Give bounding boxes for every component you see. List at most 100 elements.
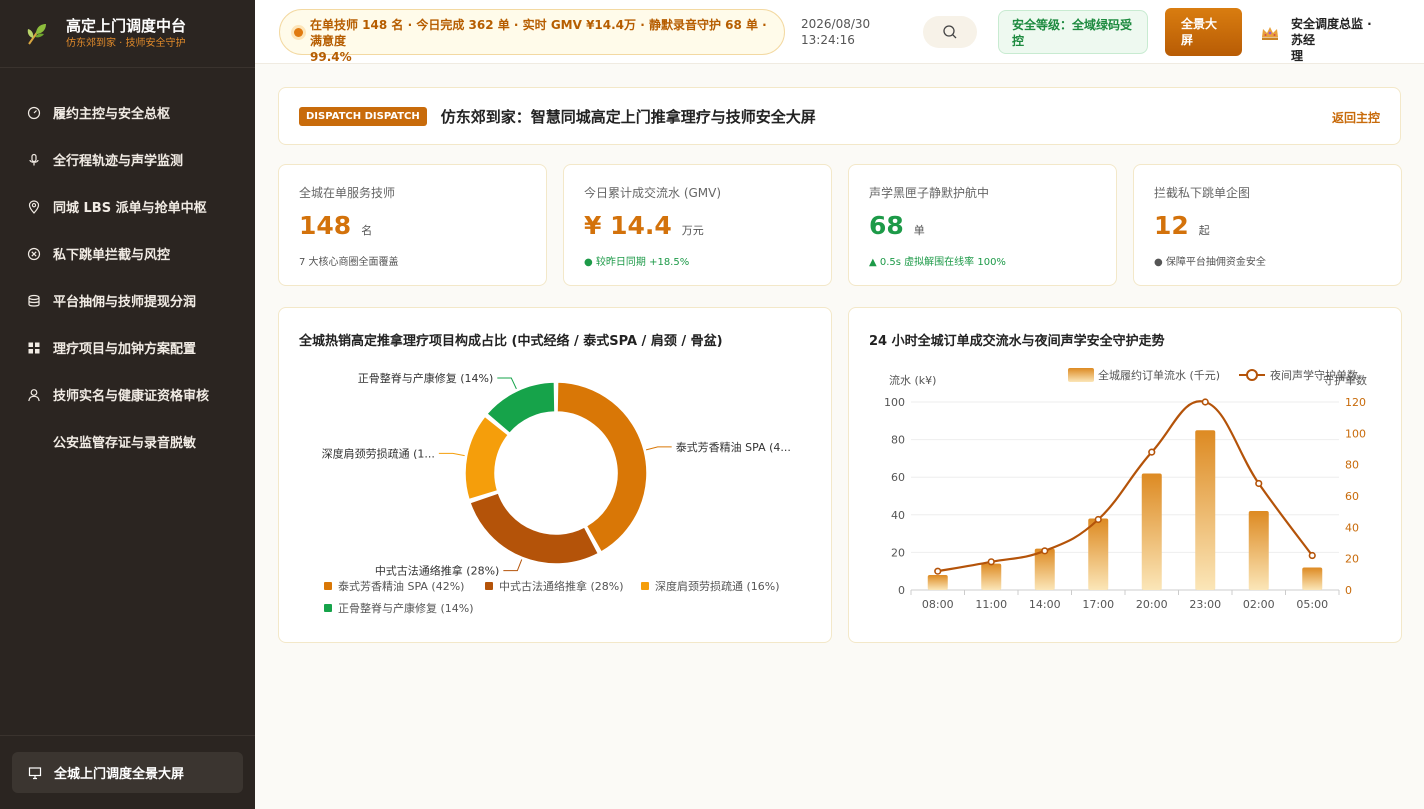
sidebar-item-trajectory[interactable]: 全行程轨迹与声学监测 — [0, 136, 255, 183]
kpi-label: 拦截私下跳单企图 — [1154, 186, 1251, 200]
y-right-tick-label: 80 — [1345, 459, 1359, 472]
kpi-unit: 万元 — [681, 224, 704, 237]
live-ticker: 在单技师 148 名 · 今日完成 362 单 · 实时 GMV ¥14.4万 … — [279, 9, 785, 64]
kpi-value: ¥ 14.4 — [584, 211, 672, 240]
sidebar-item-label: 同城 LBS 派单与抢单中枢 — [53, 201, 207, 216]
sidebar-item-commission[interactable]: 平台抽佣与技师提现分润 — [0, 277, 255, 324]
user-menu[interactable]: 安全调度总监 · 苏经 理 — [1259, 16, 1377, 64]
legend-label: 泰式芳香精油 SPA (42%) — [338, 579, 464, 593]
legend-swatch-line-point — [1246, 369, 1258, 381]
clock: 2026/08/30 13:24:16 — [801, 16, 870, 48]
bar — [1195, 430, 1216, 590]
sidebar-item-label: 全行程轨迹与声学监测 — [53, 154, 184, 169]
page-header: DISPATCH DISPATCH 仿东郊到家：智慧同城高定上门推拿理疗与技师安… — [278, 87, 1401, 145]
panorama-screen-button[interactable]: 全城上门调度全景大屏 — [12, 752, 243, 793]
sidebar-item-label: 平台抽佣与技师提现分润 — [53, 295, 197, 310]
line-point — [934, 567, 942, 575]
pie-slice-label: 深度肩颈劳损疏通 (1... — [322, 446, 435, 460]
sidebar-item-risk-control[interactable]: 私下跳单拦截与风控 — [0, 230, 255, 277]
safety-level-badge: 安全等级：全域绿码受 控 — [998, 10, 1148, 54]
dispatch-tag: DISPATCH DISPATCH — [299, 106, 427, 126]
x-tick-label: 05:00 — [1296, 598, 1328, 611]
kpi-value: 12 — [1154, 211, 1189, 240]
blank-icon — [27, 435, 41, 449]
sidebar-item-projects[interactable]: 理疗项目与加钟方案配置 — [0, 324, 255, 371]
brand[interactable]: 高定上门调度中台 仿东郊到家 · 技师安全守护 — [0, 0, 255, 68]
y-right-tick-label: 100 — [1345, 427, 1366, 440]
legend-label-line: 夜间声学守护单数 — [1270, 368, 1358, 382]
y-right-tick-label: 40 — [1345, 521, 1359, 534]
main-content: DISPATCH DISPATCH 仿东郊到家：智慧同城高定上门推拿理疗与技师安… — [255, 64, 1424, 809]
pie-leader-line — [645, 446, 672, 451]
y-tick-label: 60 — [891, 471, 905, 484]
line-point — [1308, 551, 1316, 560]
user-name-line-2: 理 — [1291, 49, 1304, 63]
bar — [1034, 548, 1055, 590]
search-button[interactable] — [923, 16, 977, 48]
kpi-card-acoustic: 声学黑匣子静默护航中 68 单 ▲ 0.5s 虚拟解围在线率 100% — [848, 164, 1117, 286]
bar — [1088, 518, 1109, 590]
sidebar-item-label: 公安监管存证与录音脱敏 — [53, 436, 197, 451]
app-subtitle: 仿东郊到家 · 技师安全守护 — [66, 38, 186, 49]
legend-label-bar: 全城履约订单流水 (千元) — [1098, 368, 1220, 382]
gauge-icon — [27, 106, 41, 119]
bar — [981, 563, 1002, 590]
y-right-tick-label: 20 — [1345, 553, 1359, 566]
legend-label: 中式古法通络推拿 (28%) — [499, 579, 624, 593]
sidebar-item-label: 技师实名与健康证资格审核 — [53, 389, 210, 404]
pie-leader-line — [497, 377, 517, 390]
sidebar-item-dispatch[interactable]: 同城 LBS 派单与抢单中枢 — [0, 183, 255, 230]
y-tick-label: 20 — [891, 546, 905, 559]
trend-panel: 24 小时全城订单成交流水与夜间声学安全守护走势 0 20 40 60 80 100 0 20… — [848, 307, 1402, 643]
sidebar-item-verification[interactable]: 技师实名与健康证资格审核 — [0, 371, 255, 418]
x-tick-label: 23:00 — [1189, 598, 1221, 611]
bar — [1248, 511, 1269, 590]
panorama-screen-label: 全城上门调度全景大屏 — [54, 767, 185, 782]
crown-avatar-icon — [1262, 27, 1278, 40]
pie-slice-label: 泰式芳香精油 SPA (4... — [676, 440, 791, 454]
fullscreen-label-1: 全景大 — [1181, 17, 1218, 31]
kpi-note: ● 较昨日同期 +18.5% — [584, 257, 690, 268]
kpi-value: 68 — [869, 211, 904, 240]
legend-swatch — [324, 582, 332, 590]
y-tick-label: 40 — [891, 509, 905, 522]
pie-slice — [464, 415, 510, 501]
monitor-icon — [28, 766, 42, 779]
sidebar-item-police-archive[interactable]: 公安监管存证与录音脱敏 — [0, 418, 255, 465]
sidebar-item-fulfillment[interactable]: 履约主控与安全总枢 — [0, 89, 255, 136]
sidebar-item-label: 私下跳单拦截与风控 — [53, 248, 171, 263]
pie-slice-label: 中式古法通络推拿 (28%) — [375, 564, 500, 578]
x-tick-label: 20:00 — [1136, 598, 1168, 611]
kpi-note: ● 保障平台抽佣资金安全 — [1154, 257, 1266, 268]
x-tick-label: 11:00 — [975, 598, 1007, 611]
ticker-line-1: 在单技师 148 名 · 今日完成 362 单 · 实时 GMV ¥14.4万 … — [310, 18, 767, 48]
line-point — [1148, 448, 1156, 456]
legend-swatch-bar — [1068, 368, 1094, 382]
project-mix-panel: 全城热销高定推拿理疗项目构成占比 (中式经络 / 泰式SPA / 肩颈 / 骨盆… — [278, 307, 832, 643]
pie-leader-line — [503, 559, 523, 572]
pie-slice — [469, 491, 600, 565]
grid-icon — [28, 342, 40, 353]
pie-slice-label: 正骨整脊与产康修复 (14%) — [358, 371, 494, 385]
kpi-label: 全城在单服务技师 — [299, 186, 396, 200]
clock-date: 2026/08/30 — [801, 17, 871, 31]
kpi-label: 今日累计成交流水 (GMV) — [584, 186, 722, 200]
search-icon — [943, 25, 957, 39]
kpi-value: 148 — [299, 211, 352, 240]
x-tick-label: 08:00 — [922, 598, 954, 611]
sidebar: 高定上门调度中台 仿东郊到家 · 技师安全守护 履约主控与安全总枢 全行程轨迹与… — [0, 0, 255, 809]
pie-leader-line — [438, 452, 465, 457]
block-icon — [27, 247, 41, 260]
leaf-logo-icon — [27, 23, 46, 45]
fullscreen-button[interactable]: 全景大 屏 — [1165, 8, 1242, 56]
back-to-main-link[interactable]: 返回主控 — [1332, 109, 1380, 126]
user-name-line-1: 安全调度总监 · 苏经 — [1291, 17, 1372, 47]
line-point — [1041, 547, 1049, 555]
kpi-unit: 单 — [913, 224, 925, 237]
legend-swatch — [485, 582, 493, 590]
safety-level-line-1: 安全等级：全域绿码受 — [1012, 18, 1133, 32]
x-tick-label: 02:00 — [1243, 598, 1275, 611]
sidebar-nav: 履约主控与安全总枢 全行程轨迹与声学监测 同城 LBS 派单与抢单中枢 私下跳单… — [0, 68, 255, 465]
sidebar-item-label: 履约主控与安全总枢 — [53, 107, 171, 122]
line-point — [1094, 515, 1102, 524]
